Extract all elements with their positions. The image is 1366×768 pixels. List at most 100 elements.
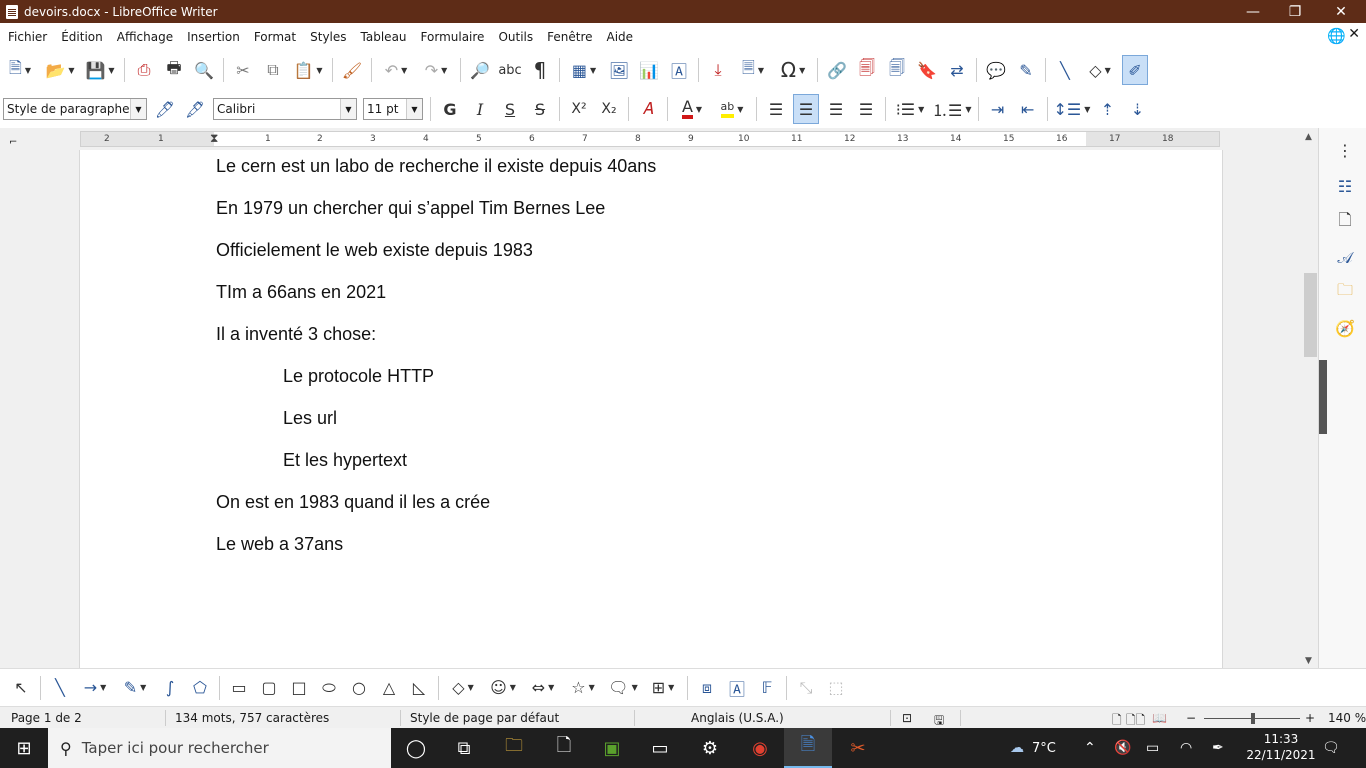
- page-break-icon[interactable]: ⤓: [705, 55, 731, 85]
- horizontal-ruler[interactable]: ⌐ 2 1 ⧗ 1 2 3 4 5 6 7 8 9 10 11 12 13 14…: [9, 131, 1220, 148]
- volume-icon[interactable]: 🔇: [1114, 728, 1131, 768]
- find-replace-icon[interactable]: 🔎: [467, 55, 493, 85]
- word-count[interactable]: 134 mots, 757 caractères: [175, 711, 329, 725]
- notifications-icon[interactable]: 🗨: [1322, 728, 1340, 768]
- line-icon[interactable]: ╲: [1052, 55, 1078, 85]
- gallery-icon[interactable]: 🗀: [1333, 280, 1357, 304]
- highlight-color-button[interactable]: ab ▼: [714, 94, 750, 124]
- minecraft-icon[interactable]: ▣: [588, 728, 636, 768]
- menu-fichier[interactable]: Fichier: [4, 30, 51, 44]
- formatting-marks-icon[interactable]: ¶: [527, 55, 553, 85]
- terminal-icon[interactable]: ▭: [636, 728, 684, 768]
- menu-tableau[interactable]: Tableau: [357, 30, 411, 44]
- wifi-icon[interactable]: ◠: [1180, 728, 1192, 768]
- close-icon[interactable]: ✕: [1318, 0, 1364, 23]
- paragraph[interactable]: Le web a 37ans: [216, 534, 343, 555]
- styles-icon[interactable]: 𝒜: [1333, 246, 1357, 270]
- strikethrough-button[interactable]: S: [527, 94, 553, 124]
- scroll-up-icon[interactable]: ▲: [1305, 132, 1312, 142]
- insert-textbox-icon[interactable]: ⧈: [694, 673, 720, 703]
- increase-indent-icon[interactable]: ⇥: [985, 94, 1011, 124]
- sidebar-collapse-handle[interactable]: [1319, 360, 1327, 434]
- page-icon[interactable]: 🗋: [1333, 210, 1357, 234]
- clear-formatting-icon[interactable]: 𝐴: [635, 94, 661, 124]
- line-spacing-icon[interactable]: ↕☰ ▼: [1054, 94, 1091, 124]
- page-count[interactable]: Page 1 de 2: [11, 711, 82, 725]
- font-name-combo[interactable]: Calibri ▼: [213, 98, 357, 120]
- menu-formulaire[interactable]: Formulaire: [417, 30, 489, 44]
- polygon-icon[interactable]: ⬠: [187, 673, 213, 703]
- italic-button[interactable]: I: [467, 94, 493, 124]
- menu-aide[interactable]: Aide: [603, 30, 638, 44]
- track-changes-icon[interactable]: ✎: [1013, 55, 1039, 85]
- properties-icon[interactable]: ☷: [1333, 174, 1357, 198]
- paragraph[interactable]: En 1979 un chercher qui s’appel Tim Bern…: [216, 198, 605, 219]
- save-icon[interactable]: 💾 ▼: [82, 55, 118, 85]
- hyperlink-icon[interactable]: 🔗: [824, 55, 850, 85]
- select-pointer-icon[interactable]: ↖: [8, 673, 34, 703]
- zoom-level[interactable]: 140 %: [1328, 711, 1366, 725]
- open-folder-icon[interactable]: 📂 ▼: [42, 55, 78, 85]
- endnote-icon[interactable]: 🗐: [884, 55, 910, 85]
- redo-icon[interactable]: ↷ ▼: [418, 55, 454, 85]
- settings-gear-icon[interactable]: ⚙: [686, 728, 734, 768]
- basic-shapes-icon[interactable]: ◇ ▼: [1082, 55, 1118, 85]
- print-preview-icon[interactable]: 🔍: [191, 55, 217, 85]
- blank-document-app-icon[interactable]: 🗋: [540, 728, 588, 768]
- weather-widget[interactable]: ☁ 7°C: [1010, 728, 1056, 768]
- subscript-button[interactable]: X₂: [596, 94, 622, 124]
- spelling-icon[interactable]: abc: [497, 55, 523, 85]
- paragraph[interactable]: TIm a 66ans en 2021: [216, 282, 386, 303]
- update-style-icon[interactable]: 🖊: [152, 94, 178, 124]
- new-style-icon[interactable]: 🖋: [182, 94, 208, 124]
- print-icon[interactable]: 🖶: [161, 55, 187, 85]
- indent-marker-icon[interactable]: ⧗: [210, 131, 218, 146]
- insert-field-icon[interactable]: 🗏 ▼: [735, 55, 771, 85]
- rounded-rectangle-icon[interactable]: ▢: [256, 673, 282, 703]
- freeform-line-icon[interactable]: ∫: [157, 673, 183, 703]
- paragraph[interactable]: Le cern est un labo de recherche il exis…: [216, 156, 656, 177]
- file-explorer-icon[interactable]: 🗀: [490, 728, 538, 768]
- special-character-icon[interactable]: Ω ▼: [775, 55, 811, 85]
- chevron-down-icon[interactable]: ▼: [130, 99, 146, 119]
- zoom-in-button[interactable]: +: [1305, 711, 1315, 725]
- align-right-icon[interactable]: ☰: [823, 94, 849, 124]
- sidebar-menu-icon[interactable]: ⋮: [1333, 138, 1357, 162]
- paragraph[interactable]: Les url: [283, 408, 337, 429]
- draw-functions-icon[interactable]: ✐: [1122, 55, 1148, 85]
- font-size-combo[interactable]: 11 pt ▼: [363, 98, 423, 120]
- rectangle-icon[interactable]: ▭: [226, 673, 252, 703]
- align-left-icon[interactable]: ☰: [763, 94, 789, 124]
- paste-icon[interactable]: 📋 ▼: [290, 55, 326, 85]
- chevron-down-icon[interactable]: ▼: [406, 99, 422, 119]
- paragraph[interactable]: Officielement le web existe depuis 1983: [216, 240, 533, 261]
- zoom-slider-knob[interactable]: [1251, 713, 1255, 724]
- square-icon[interactable]: □: [286, 673, 312, 703]
- vertical-scrollbar[interactable]: ▲ ▼: [1303, 128, 1318, 668]
- justify-icon[interactable]: ☰: [853, 94, 879, 124]
- insert-text-icon[interactable]: 🄰: [724, 673, 750, 703]
- menu-outils[interactable]: Outils: [494, 30, 537, 44]
- book-view-icon[interactable]: 📖: [1152, 711, 1167, 725]
- minimize-icon[interactable]: —: [1230, 0, 1276, 23]
- scroll-down-icon[interactable]: ▼: [1305, 656, 1312, 666]
- maximize-icon[interactable]: ❐: [1272, 0, 1318, 23]
- clone-formatting-icon[interactable]: 🖌: [339, 55, 365, 85]
- cut-icon[interactable]: ✂: [230, 55, 256, 85]
- snipping-tool-icon[interactable]: ✂: [834, 728, 882, 768]
- paragraph[interactable]: Et les hypertext: [283, 450, 407, 471]
- footnote-icon[interactable]: 🗐: [854, 55, 880, 85]
- line-icon[interactable]: ╲: [47, 673, 73, 703]
- undo-icon[interactable]: ↶ ▼: [378, 55, 414, 85]
- menu-insertion[interactable]: Insertion: [183, 30, 244, 44]
- decrease-indent-icon[interactable]: ⇤: [1015, 94, 1041, 124]
- points-icon[interactable]: ⤡: [793, 673, 819, 703]
- ellipse-icon[interactable]: ⬭: [316, 673, 342, 703]
- paragraph[interactable]: On est en 1983 quand il les a crée: [216, 492, 490, 513]
- chevron-down-icon[interactable]: ▼: [340, 99, 356, 119]
- copy-icon[interactable]: ⧉: [260, 55, 286, 85]
- insert-image-icon[interactable]: 🖼: [606, 55, 632, 85]
- toggle-extrusion-icon[interactable]: ⬚: [823, 673, 849, 703]
- page-style[interactable]: Style de page par défaut: [410, 711, 559, 725]
- bullet-list-icon[interactable]: ⁝☰ ▼: [892, 94, 928, 124]
